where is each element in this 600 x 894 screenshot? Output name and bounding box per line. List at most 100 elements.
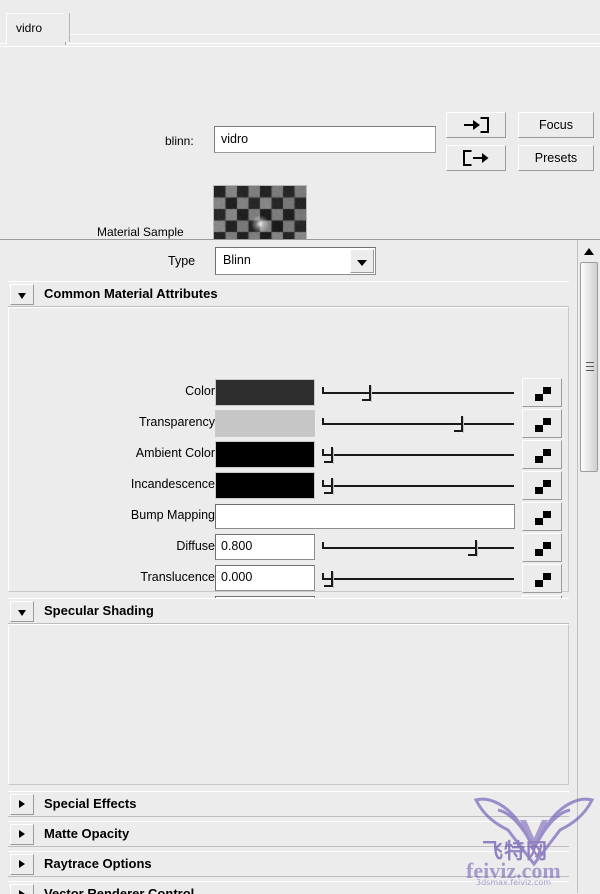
checker-map-icon	[535, 387, 551, 401]
color-swatch-color[interactable]	[215, 379, 315, 406]
section-title: Special Effects	[44, 796, 137, 811]
color-swatch-ambient-color[interactable]	[215, 441, 315, 468]
grip-lines-icon	[586, 362, 594, 371]
number-value: 0.800	[221, 539, 252, 553]
attr-row-transparency: Transparency	[9, 408, 570, 439]
ambient-color-slider[interactable]	[322, 441, 514, 468]
slider-track	[322, 547, 514, 549]
slider-handle[interactable]	[468, 540, 477, 556]
incandescence-map-button[interactable]	[522, 471, 562, 500]
tab-strip-gap	[64, 13, 70, 42]
section-header-common-material-attributes[interactable]: Common Material Attributes	[8, 281, 569, 307]
chevron-right-icon	[19, 800, 25, 808]
section-twisty-common-material-attributes[interactable]	[10, 284, 34, 305]
incandescence-slider[interactable]	[322, 472, 514, 499]
slider-handle[interactable]	[324, 478, 333, 494]
tab-label: vidro	[16, 21, 42, 35]
chevron-right-icon	[19, 890, 25, 894]
slider-track	[322, 578, 514, 580]
vertical-scrollbar[interactable]	[577, 240, 600, 893]
text-input-bump-mapping[interactable]	[215, 504, 515, 529]
section-body-specular-shading: Eccentricity0.083Specular Roll Off1.000S…	[8, 624, 569, 785]
section-title: Specular Shading	[44, 603, 154, 618]
section-twisty-special-effects[interactable]	[10, 794, 34, 815]
attr-label-translucence: Translucence	[140, 570, 215, 584]
tab-vidro[interactable]: vidro	[6, 13, 66, 45]
type-dropdown[interactable]: Blinn	[215, 247, 376, 275]
checker-map-icon	[535, 573, 551, 587]
slider-start-cap	[322, 418, 324, 425]
arrow-out-of-box-icon	[463, 150, 489, 166]
presets-button-label: Presets	[535, 151, 577, 165]
section-twisty-specular-shading[interactable]	[10, 601, 34, 622]
diffuse-slider[interactable]	[322, 534, 514, 561]
section-header-matte-opacity[interactable]: Matte Opacity	[8, 821, 569, 847]
chevron-down-icon	[18, 293, 26, 299]
checker-map-icon	[535, 511, 551, 525]
slider-track	[322, 392, 514, 394]
translucence-slider[interactable]	[322, 565, 514, 592]
material-sample-label: Material Sample	[97, 225, 184, 239]
slider-track	[322, 485, 514, 487]
node-name-input[interactable]: vidro	[214, 126, 436, 153]
section-twisty-matte-opacity[interactable]	[10, 824, 34, 845]
slider-handle[interactable]	[324, 571, 333, 587]
color-swatch-incandescence[interactable]	[215, 472, 315, 499]
scrollbar-thumb[interactable]	[580, 262, 598, 472]
section-header-vector-renderer-control[interactable]: Vector Renderer Control	[8, 881, 569, 894]
slider-track	[322, 454, 514, 456]
focus-button-label: Focus	[539, 118, 573, 132]
slider-handle[interactable]	[324, 447, 333, 463]
checker-map-icon	[535, 449, 551, 463]
section-header-special-effects[interactable]: Special Effects	[8, 791, 569, 817]
slider-start-cap	[322, 387, 324, 394]
color-map-button[interactable]	[522, 378, 562, 407]
type-row: Type Blinn	[0, 247, 577, 279]
slider-handle[interactable]	[454, 416, 463, 432]
color-swatch-transparency[interactable]	[215, 410, 315, 437]
scroll-up-button[interactable]	[579, 242, 598, 260]
ambient-color-map-button[interactable]	[522, 440, 562, 469]
attr-row-translucence: Translucence 0.000	[9, 563, 570, 594]
number-input-translucence[interactable]: 0.000	[215, 565, 315, 591]
bump-mapping-map-button[interactable]	[522, 502, 562, 531]
chevron-down-icon[interactable]	[350, 249, 374, 273]
attr-label-diffuse: Diffuse	[176, 539, 215, 553]
number-value: 0.000	[221, 570, 252, 584]
attr-label-ambient-color: Ambient Color	[136, 446, 215, 460]
presets-button[interactable]: Presets	[518, 145, 594, 171]
attr-row-incandescence: Incandescence	[9, 470, 570, 501]
attr-row-color: Color	[9, 377, 570, 408]
chevron-right-icon	[19, 860, 25, 868]
section-header-specular-shading[interactable]: Specular Shading	[8, 598, 569, 624]
diffuse-map-button[interactable]	[522, 533, 562, 562]
focus-button[interactable]: Focus	[518, 112, 594, 138]
load-attributes-button[interactable]	[446, 112, 506, 138]
transparency-slider[interactable]	[322, 410, 514, 437]
section-title: Matte Opacity	[44, 826, 129, 841]
unload-attributes-button[interactable]	[446, 145, 506, 171]
section-twisty-raytrace-options[interactable]	[10, 854, 34, 875]
attr-label-bump-mapping: Bump Mapping	[131, 508, 215, 522]
slider-handle[interactable]	[362, 385, 371, 401]
color-slider[interactable]	[322, 379, 514, 406]
tab-strip: vidro	[0, 0, 600, 46]
section-title: Raytrace Options	[44, 856, 152, 871]
section-title: Common Material Attributes	[44, 286, 218, 301]
node-type-label: blinn:	[165, 134, 194, 148]
translucence-map-button[interactable]	[522, 564, 562, 593]
attribute-scroll-area: Type Blinn Common Material Attributes Col…	[0, 239, 600, 894]
attr-row-diffuse: Diffuse 0.800	[9, 532, 570, 563]
checker-map-icon	[535, 542, 551, 556]
transparency-map-button[interactable]	[522, 409, 562, 438]
node-header-panel: blinn: vidro Focus Presets Material Samp…	[0, 46, 600, 239]
slider-start-cap	[322, 542, 324, 549]
section-header-raytrace-options[interactable]: Raytrace Options	[8, 851, 569, 877]
checker-map-icon	[535, 418, 551, 432]
number-input-diffuse[interactable]: 0.800	[215, 534, 315, 560]
attr-row-ambient-color: Ambient Color	[9, 439, 570, 470]
triangle-up-icon	[584, 248, 594, 255]
attr-label-transparency: Transparency	[139, 415, 215, 429]
arrow-into-box-icon	[463, 117, 489, 133]
type-label: Type	[168, 254, 195, 268]
